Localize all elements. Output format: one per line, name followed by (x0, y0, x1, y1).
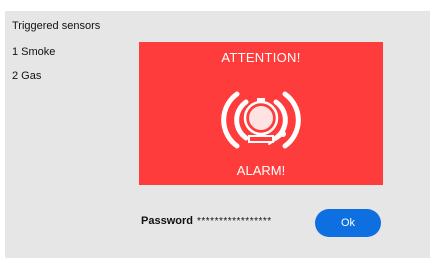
sensor-item-smoke: 1 Smoke (12, 46, 56, 58)
ok-button[interactable]: Ok (315, 209, 381, 237)
sensor-item-gas: 2 Gas (12, 70, 42, 82)
alarm-text: ALARM! (236, 163, 286, 178)
alarm-panel: ATTENTION! ALARM! (139, 42, 383, 185)
alarm-bell-icon (221, 91, 301, 149)
attention-text: ATTENTION! (221, 50, 301, 65)
triggered-sensors-title: Triggered sensors (12, 20, 101, 32)
password-field[interactable]: ***************** (197, 216, 272, 227)
password-label: Password (141, 215, 193, 227)
